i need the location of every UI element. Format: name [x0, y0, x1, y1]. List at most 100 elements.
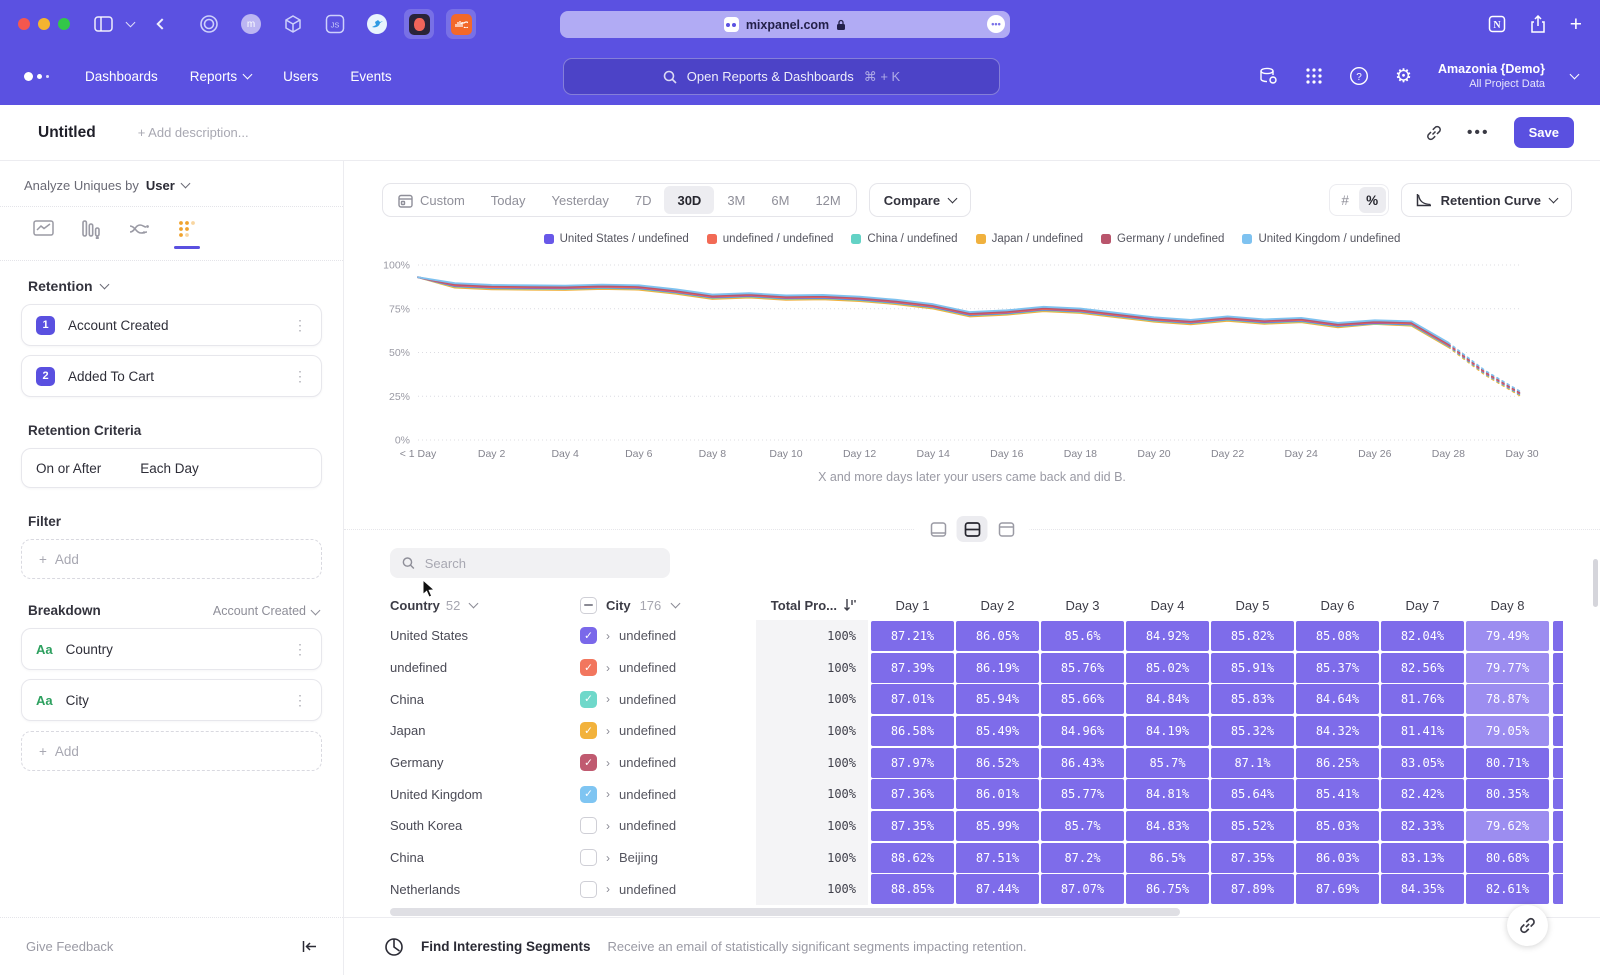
producthunt-icon[interactable]: [404, 9, 434, 39]
day-value-cell[interactable]: 80.35%: [1466, 779, 1549, 809]
step-menu-icon[interactable]: ⋮: [293, 317, 307, 334]
breakdown-card-country[interactable]: Aa Country ⋮: [21, 628, 322, 670]
back-icon[interactable]: [156, 18, 167, 29]
day-value-cell[interactable]: 86.05%: [956, 621, 1039, 651]
breakdown-event-selector[interactable]: Account Created: [213, 604, 319, 618]
address-bar[interactable]: mixpanel.com •••: [560, 11, 1010, 38]
day-column-header[interactable]: Day 3: [1041, 598, 1124, 613]
legend-item[interactable]: China / undefined: [851, 233, 957, 245]
day-value-cell[interactable]: 85.99%: [956, 811, 1039, 841]
share-link-fab[interactable]: [1507, 905, 1548, 946]
js-icon[interactable]: JS: [320, 9, 350, 39]
chart-type-selector[interactable]: Retention Curve: [1401, 183, 1572, 217]
day-value-cell[interactable]: 85.49%: [956, 716, 1039, 746]
tab-retention[interactable]: [174, 220, 200, 250]
address-more-icon[interactable]: •••: [987, 15, 1005, 33]
country-column-header[interactable]: Country 52: [344, 598, 580, 613]
day-value-cell[interactable]: 85.08%: [1296, 621, 1379, 651]
day-value-cell[interactable]: 86.25%: [1296, 748, 1379, 778]
day-value-cell[interactable]: 83.05%: [1381, 748, 1464, 778]
breakdown-property[interactable]: Country: [66, 642, 113, 657]
mixpanel-logo-icon[interactable]: [24, 72, 49, 81]
day-value-cell[interactable]: 86.03%: [1296, 843, 1379, 873]
city-column-header[interactable]: City 176: [580, 597, 756, 614]
row-checkbox[interactable]: [580, 881, 597, 898]
range-12m[interactable]: 12M: [802, 186, 853, 214]
criteria-mode[interactable]: On or After: [36, 461, 101, 476]
horizontal-scrollbar[interactable]: [390, 908, 1180, 916]
target-icon[interactable]: [194, 9, 224, 39]
day-value-cell[interactable]: 87.21%: [871, 621, 954, 651]
settings-gear-icon[interactable]: ⚙: [1395, 67, 1412, 86]
day-value-cell[interactable]: 83.13%: [1381, 843, 1464, 873]
day-value-cell[interactable]: 85.03%: [1296, 811, 1379, 841]
more-actions-icon[interactable]: •••: [1467, 124, 1490, 142]
retention-criteria-card[interactable]: On or After Each Day: [21, 448, 322, 488]
legend-item[interactable]: Germany / undefined: [1101, 233, 1224, 245]
day-value-cell[interactable]: 86.58%: [871, 716, 954, 746]
legend-item[interactable]: United Kingdom / undefined: [1242, 233, 1400, 245]
day-value-cell[interactable]: 87.89%: [1211, 874, 1294, 904]
day-value-cell[interactable]: 87.1%: [1211, 748, 1294, 778]
day-value-cell[interactable]: 84.32%: [1296, 716, 1379, 746]
day-value-cell[interactable]: 82.56%: [1381, 653, 1464, 683]
day-value-cell[interactable]: 84.64%: [1296, 684, 1379, 714]
nav-item-reports[interactable]: Reports: [190, 69, 251, 84]
day-column-header[interactable]: Day 2: [956, 598, 1039, 613]
day-column-header[interactable]: Day 4: [1126, 598, 1209, 613]
day-value-cell[interactable]: 80.71%: [1466, 748, 1549, 778]
day-value-cell[interactable]: 87.01%: [871, 684, 954, 714]
close-window-icon[interactable]: [18, 18, 30, 30]
range-yesterday[interactable]: Yesterday: [539, 186, 622, 214]
day-value-cell[interactable]: 88.85%: [871, 874, 954, 904]
day-value-cell[interactable]: 85.41%: [1296, 779, 1379, 809]
day-value-cell[interactable]: 80.68%: [1466, 843, 1549, 873]
day-value-cell[interactable]: 84.84%: [1126, 684, 1209, 714]
table-search-input[interactable]: [425, 556, 658, 571]
day-value-cell[interactable]: 85.52%: [1211, 811, 1294, 841]
row-expand-icon[interactable]: ›: [606, 692, 610, 706]
day-value-cell[interactable]: 87.35%: [1211, 843, 1294, 873]
tab-funnels[interactable]: [78, 220, 104, 250]
day-value-cell[interactable]: 78.87%: [1466, 684, 1549, 714]
day-value-cell[interactable]: 84.35%: [1381, 874, 1464, 904]
range-30d[interactable]: 30D: [664, 186, 714, 214]
split-view-icon[interactable]: [957, 516, 988, 542]
interesting-segments-bar[interactable]: Find Interesting Segments Receive an ema…: [344, 917, 1600, 975]
day-value-cell[interactable]: 82.33%: [1381, 811, 1464, 841]
step-event-name[interactable]: Account Created: [68, 318, 169, 333]
day-value-cell[interactable]: 85.02%: [1126, 653, 1209, 683]
data-management-icon[interactable]: [1258, 66, 1279, 87]
nav-item-events[interactable]: Events: [350, 69, 391, 84]
retention-chart[interactable]: 0%25%50%75%100%< 1 DayDay 2Day 4Day 6Day…: [382, 255, 1572, 462]
row-checkbox[interactable]: ✓: [580, 754, 597, 771]
day-value-cell[interactable]: 85.83%: [1211, 684, 1294, 714]
day-value-cell[interactable]: 87.51%: [956, 843, 1039, 873]
legend-item[interactable]: Japan / undefined: [976, 233, 1083, 245]
select-all-checkbox[interactable]: [580, 597, 597, 614]
m-avatar-icon[interactable]: m: [236, 9, 266, 39]
day-value-cell[interactable]: 87.07%: [1041, 874, 1124, 904]
range-today[interactable]: Today: [478, 186, 539, 214]
day-value-cell[interactable]: 85.7%: [1041, 811, 1124, 841]
day-value-cell[interactable]: 85.32%: [1211, 716, 1294, 746]
nav-item-users[interactable]: Users: [283, 69, 318, 84]
range-3m[interactable]: 3M: [714, 186, 758, 214]
day-value-cell[interactable]: 85.64%: [1211, 779, 1294, 809]
day-value-cell[interactable]: 87.35%: [871, 811, 954, 841]
day-column-header[interactable]: Day 8: [1466, 598, 1549, 613]
day-value-cell[interactable]: 82.42%: [1381, 779, 1464, 809]
maximize-window-icon[interactable]: [58, 18, 70, 30]
day-value-cell[interactable]: 86.75%: [1126, 874, 1209, 904]
sidebar-toggle-icon[interactable]: [94, 16, 113, 32]
table-only-view-icon[interactable]: [991, 516, 1022, 542]
legend-item[interactable]: undefined / undefined: [707, 233, 834, 245]
day-value-cell[interactable]: 84.83%: [1126, 811, 1209, 841]
day-value-cell[interactable]: 84.96%: [1041, 716, 1124, 746]
day-value-cell[interactable]: 81.41%: [1381, 716, 1464, 746]
row-expand-icon[interactable]: ›: [606, 661, 610, 675]
retention-section-label[interactable]: Retention: [28, 278, 93, 294]
chart-only-view-icon[interactable]: [923, 516, 954, 542]
row-expand-icon[interactable]: ›: [606, 787, 610, 801]
share-icon[interactable]: [1530, 15, 1546, 34]
